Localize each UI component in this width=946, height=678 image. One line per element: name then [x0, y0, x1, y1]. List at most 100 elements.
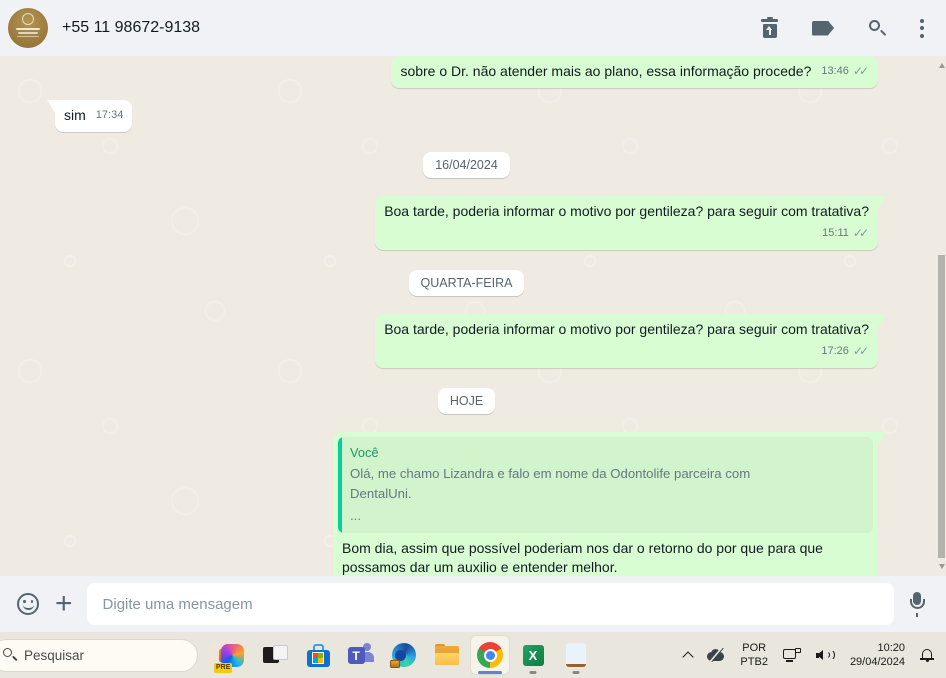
microsoft-store-icon	[307, 644, 330, 667]
double-check-icon: ✓✓	[853, 574, 869, 576]
double-check-icon: ✓✓	[853, 224, 869, 243]
message-outgoing: Boa tarde, poderia informar o motivo por…	[55, 196, 878, 250]
notepad-icon	[566, 643, 586, 667]
message-incoming: sim 17:34	[55, 100, 878, 132]
message-text: Boa tarde, poderia informar o motivo por…	[384, 202, 869, 221]
taskbar-app-excel[interactable]: X	[513, 635, 553, 675]
message-meta: 13:46 ✓✓	[821, 62, 869, 81]
chat-header: +55 11 98672-9138	[0, 0, 946, 56]
running-app-indicator	[573, 671, 580, 674]
scroll-up-arrow[interactable]	[939, 63, 945, 68]
whatsapp-window: +55 11 98672-9138	[0, 0, 946, 678]
label-button[interactable]	[808, 17, 838, 40]
search-icon	[868, 19, 886, 37]
chat-area: sobre o Dr. não atender mais ao plano, e…	[0, 56, 946, 576]
message-outgoing: Você Olá, me chamo Lizandra e falo em no…	[55, 432, 878, 576]
chrome-icon	[477, 642, 503, 668]
bell-icon	[920, 648, 934, 662]
emoji-button[interactable]	[17, 593, 39, 615]
message-outgoing: sobre o Dr. não atender mais ao plano, e…	[55, 56, 878, 88]
running-app-indicator	[530, 671, 537, 674]
volume-button[interactable]	[816, 648, 835, 662]
message-time: 17:34	[96, 106, 124, 125]
avatar[interactable]	[8, 8, 48, 48]
speaker-icon	[816, 648, 835, 662]
taskbar-app-copilot[interactable]: PRE	[212, 635, 252, 675]
copilot-pre-badge: PRE	[214, 663, 232, 673]
attach-button[interactable]: +	[39, 592, 73, 616]
onedrive-status-button[interactable]	[707, 648, 725, 662]
language-indicator[interactable]: POR PTB2	[740, 641, 768, 669]
cast-button[interactable]	[783, 648, 801, 662]
chevron-up-icon	[683, 651, 694, 662]
quote-text: Olá, me chamo Lizandra e falo em nome da…	[350, 464, 800, 504]
taskbar-app-store[interactable]	[298, 635, 338, 675]
edge-icon	[392, 643, 416, 667]
active-app-indicator	[478, 671, 502, 674]
notifications-button[interactable]	[920, 648, 934, 662]
scrollbar[interactable]	[937, 56, 946, 576]
microphone-icon	[906, 592, 928, 617]
message-time: 15:11	[822, 224, 849, 243]
taskbar-app-chrome[interactable]	[470, 635, 510, 675]
message-bubble[interactable]: Boa tarde, poderia informar o motivo por…	[375, 196, 878, 250]
search-button[interactable]	[864, 15, 890, 41]
voice-message-button[interactable]	[906, 592, 928, 617]
taskbar-search-input[interactable]	[18, 648, 207, 663]
message-outgoing: Boa tarde, poderia informar o motivo por…	[55, 314, 878, 368]
message-meta: 15:11 ✓✓	[384, 224, 869, 243]
date-divider: 16/04/2024	[423, 152, 510, 178]
contact-info[interactable]: +55 11 98672-9138	[8, 8, 200, 48]
emoji-icon	[17, 593, 39, 615]
double-check-icon: ✓✓	[853, 342, 869, 361]
delete-chat-button[interactable]	[757, 14, 782, 42]
scrollbar-thumb[interactable]	[938, 255, 945, 558]
message-text: Bom dia, assim que possível poderiam nos…	[338, 539, 873, 576]
teams-icon: T	[348, 643, 375, 667]
cloud-slash-icon	[707, 648, 725, 662]
quoted-message[interactable]: Você Olá, me chamo Lizandra e falo em no…	[338, 437, 873, 533]
file-explorer-icon	[435, 646, 459, 665]
taskbar-app-teams[interactable]: T	[341, 635, 381, 675]
scroll-down-arrow[interactable]	[939, 564, 945, 569]
message-bubble[interactable]: sobre o Dr. não atender mais ao plano, e…	[391, 56, 878, 88]
message-bubble[interactable]: sim 17:34	[55, 100, 132, 132]
edge-work-badge	[390, 660, 400, 668]
quote-sender: Você	[350, 443, 800, 462]
taskbar-clock[interactable]: 10:20 29/04/2024	[850, 641, 905, 669]
date-divider: QUARTA-FEIRA	[409, 270, 525, 296]
taskbar-search[interactable]	[0, 639, 198, 672]
message-time: 13:46	[821, 62, 849, 81]
message-bubble[interactable]: Boa tarde, poderia informar o motivo por…	[375, 314, 878, 368]
message-meta: 17:34	[96, 106, 124, 125]
search-icon	[3, 648, 18, 663]
trash-icon	[761, 18, 778, 38]
plus-icon: +	[55, 592, 73, 616]
tray-overflow-button[interactable]	[684, 649, 692, 661]
message-text: sobre o Dr. não atender mais ao plano, e…	[400, 62, 811, 81]
taskbar-app-explorer[interactable]	[427, 635, 467, 675]
message-meta: 17:26 ✓✓	[384, 342, 869, 361]
message-time: 10:21	[821, 574, 849, 576]
message-time: 17:26	[821, 342, 849, 361]
task-view-icon	[263, 643, 288, 668]
message-input[interactable]	[87, 583, 894, 625]
message-text: Boa tarde, poderia informar o motivo por…	[384, 320, 869, 339]
menu-button[interactable]	[916, 15, 928, 42]
cast-icon	[783, 648, 801, 662]
taskbar-app-edge[interactable]	[384, 635, 424, 675]
composer: +	[0, 576, 946, 632]
quote-ellipsis: ...	[350, 506, 800, 525]
taskbar-app-taskview[interactable]	[255, 635, 295, 675]
message-bubble[interactable]: Você Olá, me chamo Lizandra e falo em no…	[333, 432, 878, 576]
message-text: sim	[64, 106, 86, 125]
label-icon	[812, 21, 834, 36]
taskbar-apps: PRE T	[212, 635, 596, 675]
kebab-menu-icon	[920, 19, 924, 38]
taskbar-app-notepad[interactable]	[556, 635, 596, 675]
clock-time: 10:20	[850, 641, 905, 655]
double-check-icon: ✓✓	[853, 62, 869, 81]
header-actions	[757, 14, 928, 42]
windows-taskbar: PRE T	[0, 632, 946, 678]
date-divider: HOJE	[438, 388, 495, 414]
